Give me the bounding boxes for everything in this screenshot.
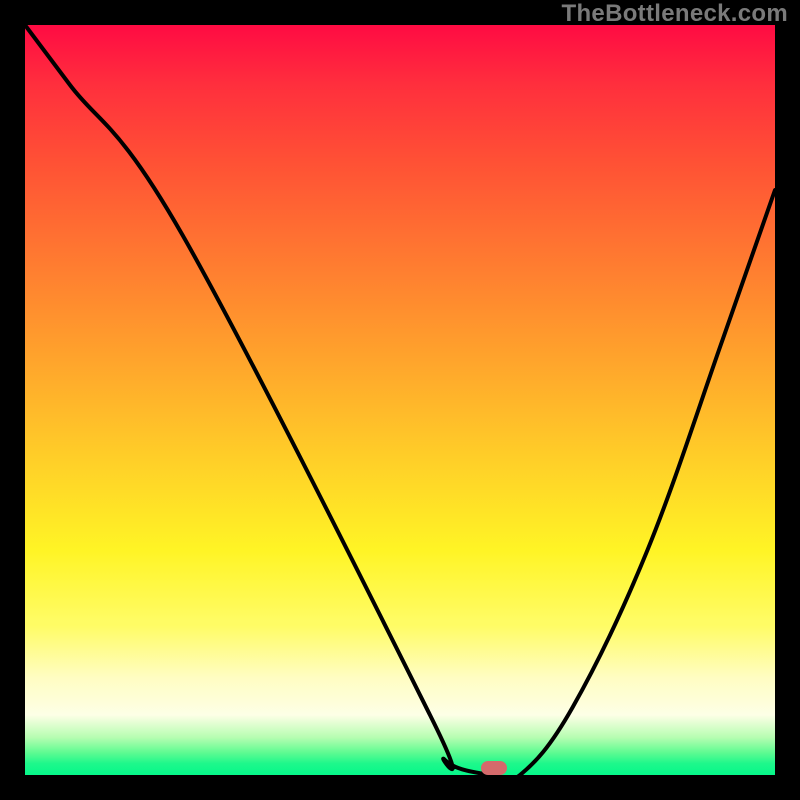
optimal-point-marker	[481, 761, 507, 775]
chart-frame: TheBottleneck.com	[0, 0, 800, 800]
bottleneck-curve	[25, 25, 775, 775]
watermark-text: TheBottleneck.com	[562, 0, 788, 28]
plot-area	[25, 25, 775, 775]
